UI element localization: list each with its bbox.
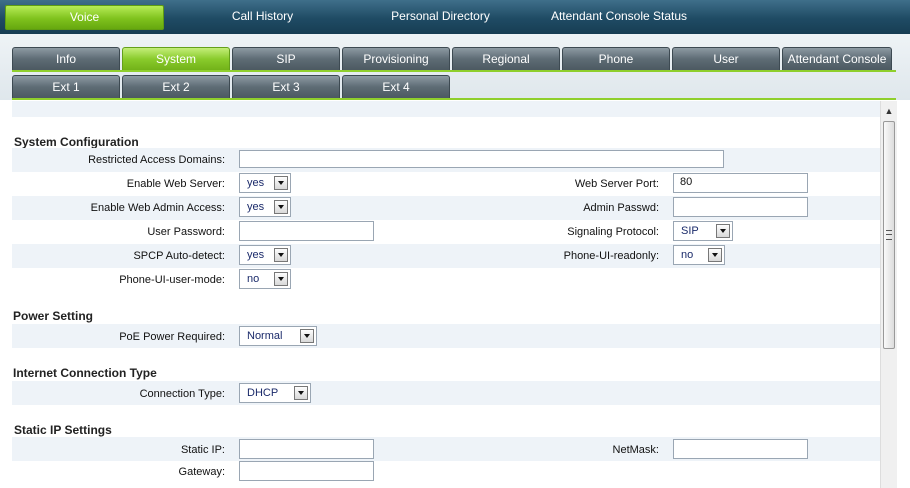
top-nav-voice[interactable]: Voice (5, 5, 164, 30)
netmask-input[interactable] (673, 439, 808, 459)
netmask-label: NetMask: (612, 444, 659, 456)
phone-ui-readonly-label: Phone-UI-readonly: (563, 250, 659, 262)
signaling-protocol-label: Signaling Protocol: (567, 226, 659, 238)
poe-power-required-label: PoE Power Required: (119, 331, 225, 343)
connection-type-value: DHCP (247, 387, 279, 399)
scrollbar-thumb[interactable] (883, 121, 895, 349)
row-band (12, 101, 880, 117)
gateway-label: Gateway: (178, 466, 225, 478)
spcp-auto-detect-value: yes (247, 249, 265, 261)
vertical-scrollbar[interactable]: ▲ (880, 101, 897, 488)
tab-user[interactable]: User (672, 47, 780, 70)
connection-type-label: Connection Type: (139, 388, 225, 400)
chevron-down-icon (716, 224, 730, 238)
section-title-system-configuration: System Configuration (14, 135, 139, 149)
chevron-down-icon (294, 386, 308, 400)
section-title-static-ip-settings: Static IP Settings (14, 423, 112, 437)
chevron-down-icon (274, 176, 288, 190)
enable-web-server-value: yes (247, 177, 265, 189)
tab-attendant-console[interactable]: Attendant Console (782, 47, 892, 70)
phone-ui-user-mode-select[interactable]: no (239, 269, 291, 289)
user-password-input[interactable] (239, 221, 374, 241)
user-password-label: User Password: (147, 226, 225, 238)
admin-passwd-input[interactable] (673, 197, 808, 217)
static-ip-label: Static IP: (180, 444, 225, 456)
grip-icon (886, 230, 892, 240)
spcp-auto-detect-select[interactable]: yes (239, 245, 291, 265)
settings-content: System Configuration Restricted Access D… (12, 101, 880, 488)
tab-sip[interactable]: SIP (232, 47, 340, 70)
section-title-power-setting: Power Setting (13, 309, 94, 323)
tab-provisioning[interactable]: Provisioning (342, 47, 450, 70)
web-server-port-input[interactable]: 80 (673, 173, 808, 193)
tab-system[interactable]: System (122, 47, 230, 70)
tab-phone[interactable]: Phone (562, 47, 670, 70)
chevron-down-icon (708, 248, 722, 262)
enable-web-admin-access-select[interactable]: yes (239, 197, 291, 217)
top-nav-attendant-console-status[interactable]: Attendant Console Status (540, 5, 698, 28)
scroll-up-arrow-icon[interactable]: ▲ (881, 103, 897, 119)
tab-info[interactable]: Info (12, 47, 120, 70)
chevron-down-icon (274, 248, 288, 262)
gateway-input[interactable] (239, 461, 374, 481)
phone-ui-readonly-select[interactable]: no (673, 245, 725, 265)
enable-web-admin-access-value: yes (247, 201, 265, 213)
signaling-protocol-value: SIP (681, 225, 699, 237)
admin-passwd-label: Admin Passwd: (583, 202, 659, 214)
chevron-down-icon (274, 272, 288, 286)
tab-ext-4[interactable]: Ext 4 (342, 75, 450, 98)
tab-regional[interactable]: Regional (452, 47, 560, 70)
tab-row-divider (12, 70, 896, 72)
enable-web-server-select[interactable]: yes (239, 173, 291, 193)
poe-power-required-value: Normal (247, 330, 283, 342)
web-server-port-label: Web Server Port: (574, 178, 659, 190)
chevron-down-icon (300, 329, 314, 343)
top-nav-personal-directory[interactable]: Personal Directory (370, 5, 511, 28)
restricted-access-domains-input[interactable] (239, 150, 724, 168)
poe-power-required-select[interactable]: Normal (239, 326, 317, 346)
signaling-protocol-select[interactable]: SIP (673, 221, 733, 241)
spcp-auto-detect-label: SPCP Auto-detect: (133, 250, 225, 262)
section-title-internet-connection-type: Internet Connection Type (13, 366, 157, 380)
phone-ui-readonly-value: no (681, 249, 694, 261)
content-top-divider (12, 98, 896, 100)
phone-ui-user-mode-label: Phone-UI-user-mode: (119, 274, 225, 286)
tab-ext-2[interactable]: Ext 2 (122, 75, 230, 98)
top-navigation-bar: Voice Call History Personal Directory At… (0, 0, 910, 34)
top-nav-call-history[interactable]: Call History (190, 5, 335, 28)
static-ip-input[interactable] (239, 439, 374, 459)
tab-ext-3[interactable]: Ext 3 (232, 75, 340, 98)
chevron-down-icon (274, 200, 288, 214)
connection-type-select[interactable]: DHCP (239, 383, 311, 403)
enable-web-admin-access-label: Enable Web Admin Access: (90, 202, 225, 214)
restricted-access-domains-label: Restricted Access Domains: (88, 154, 225, 166)
enable-web-server-label: Enable Web Server: (126, 178, 225, 190)
phone-ui-user-mode-value: no (247, 273, 260, 285)
tab-ext-1[interactable]: Ext 1 (12, 75, 120, 98)
